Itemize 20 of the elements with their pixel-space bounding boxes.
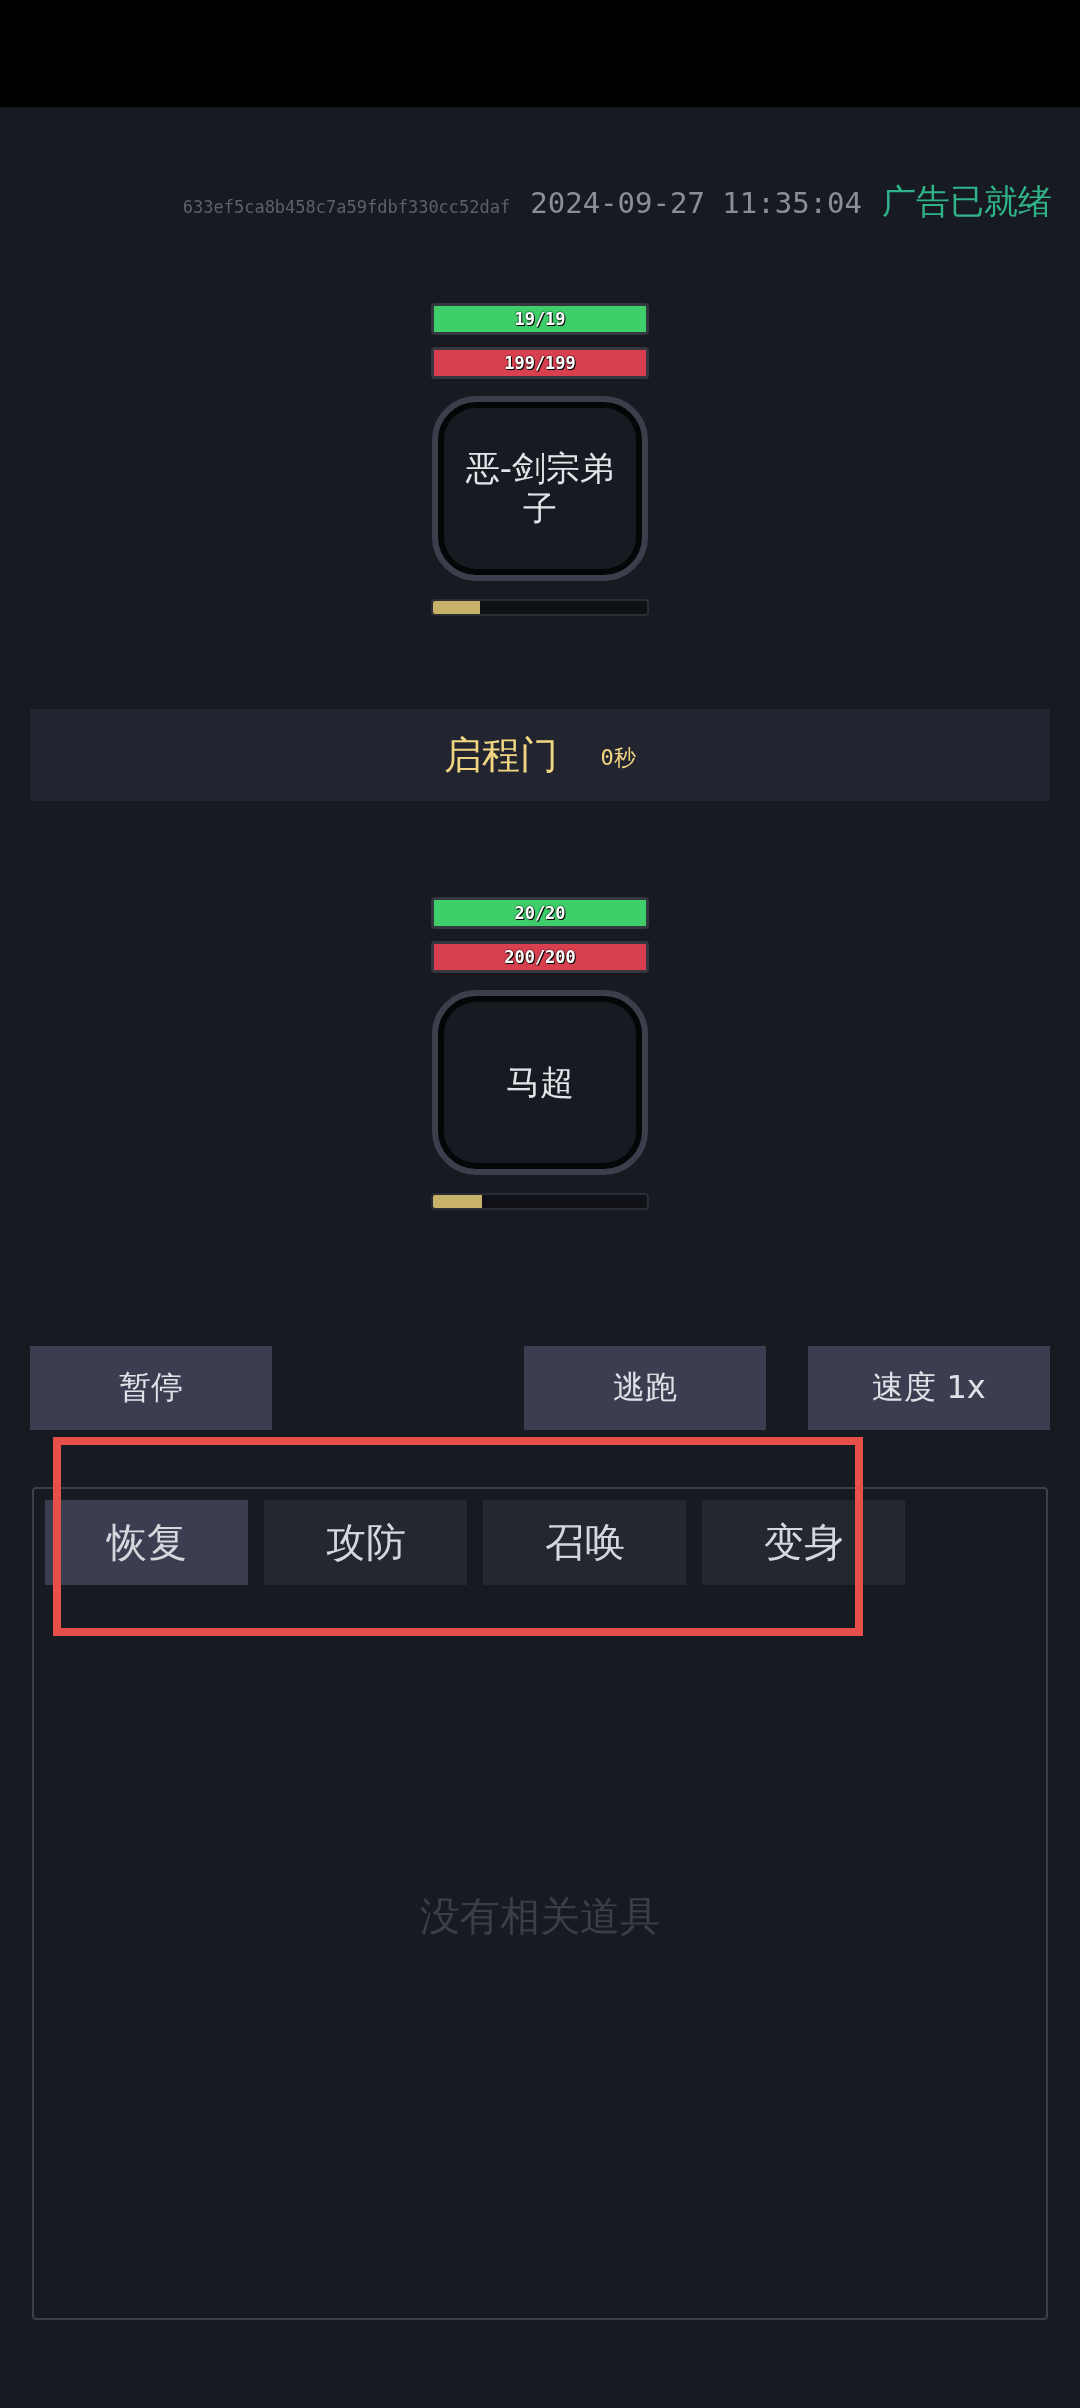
health-value: 20/20 <box>514 903 566 923</box>
unit-name: 恶-剑宗弟子 <box>464 449 616 528</box>
pause-button[interactable]: 暂停 <box>30 1346 272 1430</box>
category-tab[interactable]: 恢复 <box>45 1500 248 1585</box>
flee-button[interactable]: 逃跑 <box>524 1346 766 1430</box>
unit-portrait[interactable]: 恶-剑宗弟子 <box>432 396 648 581</box>
ad-status: 广告已就绪 <box>882 180 1052 223</box>
health-value: 19/19 <box>514 309 566 329</box>
mana-value: 199/199 <box>504 353 576 373</box>
stage-timer: 0秒 <box>600 744 636 772</box>
device-id: 633ef5ca8b458c7a59fdbf330cc52daf <box>182 197 511 217</box>
category-tab[interactable]: 召唤 <box>483 1500 686 1585</box>
unit-portrait[interactable]: 马超 <box>432 990 648 1175</box>
category-tab[interactable]: 变身 <box>702 1500 905 1585</box>
datetime: 2024-09-27 11:35:04 <box>530 186 862 220</box>
mana-value: 200/200 <box>504 947 576 967</box>
stage-name: 启程门 <box>444 731 559 779</box>
category-tab[interactable]: 攻防 <box>264 1500 467 1585</box>
speed-button[interactable]: 速度 1x <box>808 1346 1050 1430</box>
unit-name: 马超 <box>505 1062 575 1103</box>
